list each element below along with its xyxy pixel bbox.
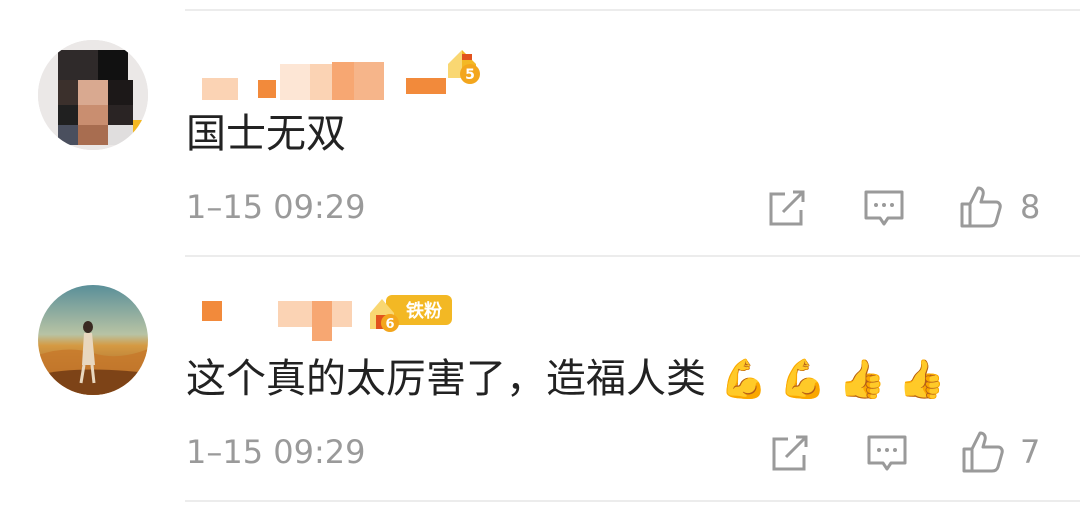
flexed-biceps-emoji: 💪 <box>779 357 827 401</box>
emoji-list: 💪 💪 👍 👍 <box>720 357 945 401</box>
avatar[interactable] <box>38 40 148 150</box>
username-pixel <box>312 301 332 341</box>
share-icon <box>772 435 808 471</box>
fan-badge: 6 铁粉 <box>368 289 454 333</box>
comment-time: 1–15 09:29 <box>186 188 366 226</box>
username-pixel <box>258 80 276 98</box>
thumbs-up-emoji: 👍 <box>838 357 886 401</box>
username-pixel <box>280 64 310 100</box>
level-badge: 5 <box>442 42 482 88</box>
level-badge-number: 5 <box>465 67 475 83</box>
comment-item: 6 铁粉 这个真的太厉害了，造福人类 💪 💪 👍 👍 1–15 09:29 7 <box>0 255 1080 512</box>
reply-button[interactable] <box>862 186 906 230</box>
thumbs-up-icon <box>960 186 1002 228</box>
fan-badge-level: 6 <box>385 317 394 332</box>
username-pixel <box>202 301 222 321</box>
like-button[interactable] <box>958 184 1002 228</box>
comment-item: 5 国士无双 1–15 09:29 8 <box>0 0 1080 255</box>
comment-text: 这个真的太厉害了，造福人类 💪 💪 👍 👍 <box>186 355 945 403</box>
like-button[interactable] <box>960 429 1004 473</box>
share-button[interactable] <box>765 186 809 230</box>
comment-time: 1–15 09:29 <box>186 433 366 471</box>
share-icon <box>769 190 805 226</box>
fan-badge-label: 铁粉 <box>406 300 442 322</box>
like-count: 8 <box>1020 188 1041 226</box>
thumbs-up-emoji: 👍 <box>897 357 946 401</box>
avatar[interactable] <box>38 285 148 395</box>
bottom-divider <box>185 500 1080 502</box>
username-pixel <box>354 62 384 100</box>
comment-icon <box>864 190 904 226</box>
username-pixel <box>278 301 314 327</box>
username-pixel <box>332 62 354 100</box>
flexed-biceps-emoji: 💪 <box>720 357 768 401</box>
like-count: 7 <box>1020 433 1041 471</box>
comment-text-body: 这个真的太厉害了，造福人类 <box>186 356 706 402</box>
username-pixel <box>332 301 352 327</box>
thumbs-up-icon <box>962 431 1004 473</box>
username-pixel <box>406 78 446 94</box>
username-pixel <box>202 78 238 100</box>
comment-icon <box>867 435 907 471</box>
share-button[interactable] <box>768 431 812 475</box>
reply-button[interactable] <box>865 431 909 475</box>
comment-text: 国士无双 <box>186 111 346 157</box>
